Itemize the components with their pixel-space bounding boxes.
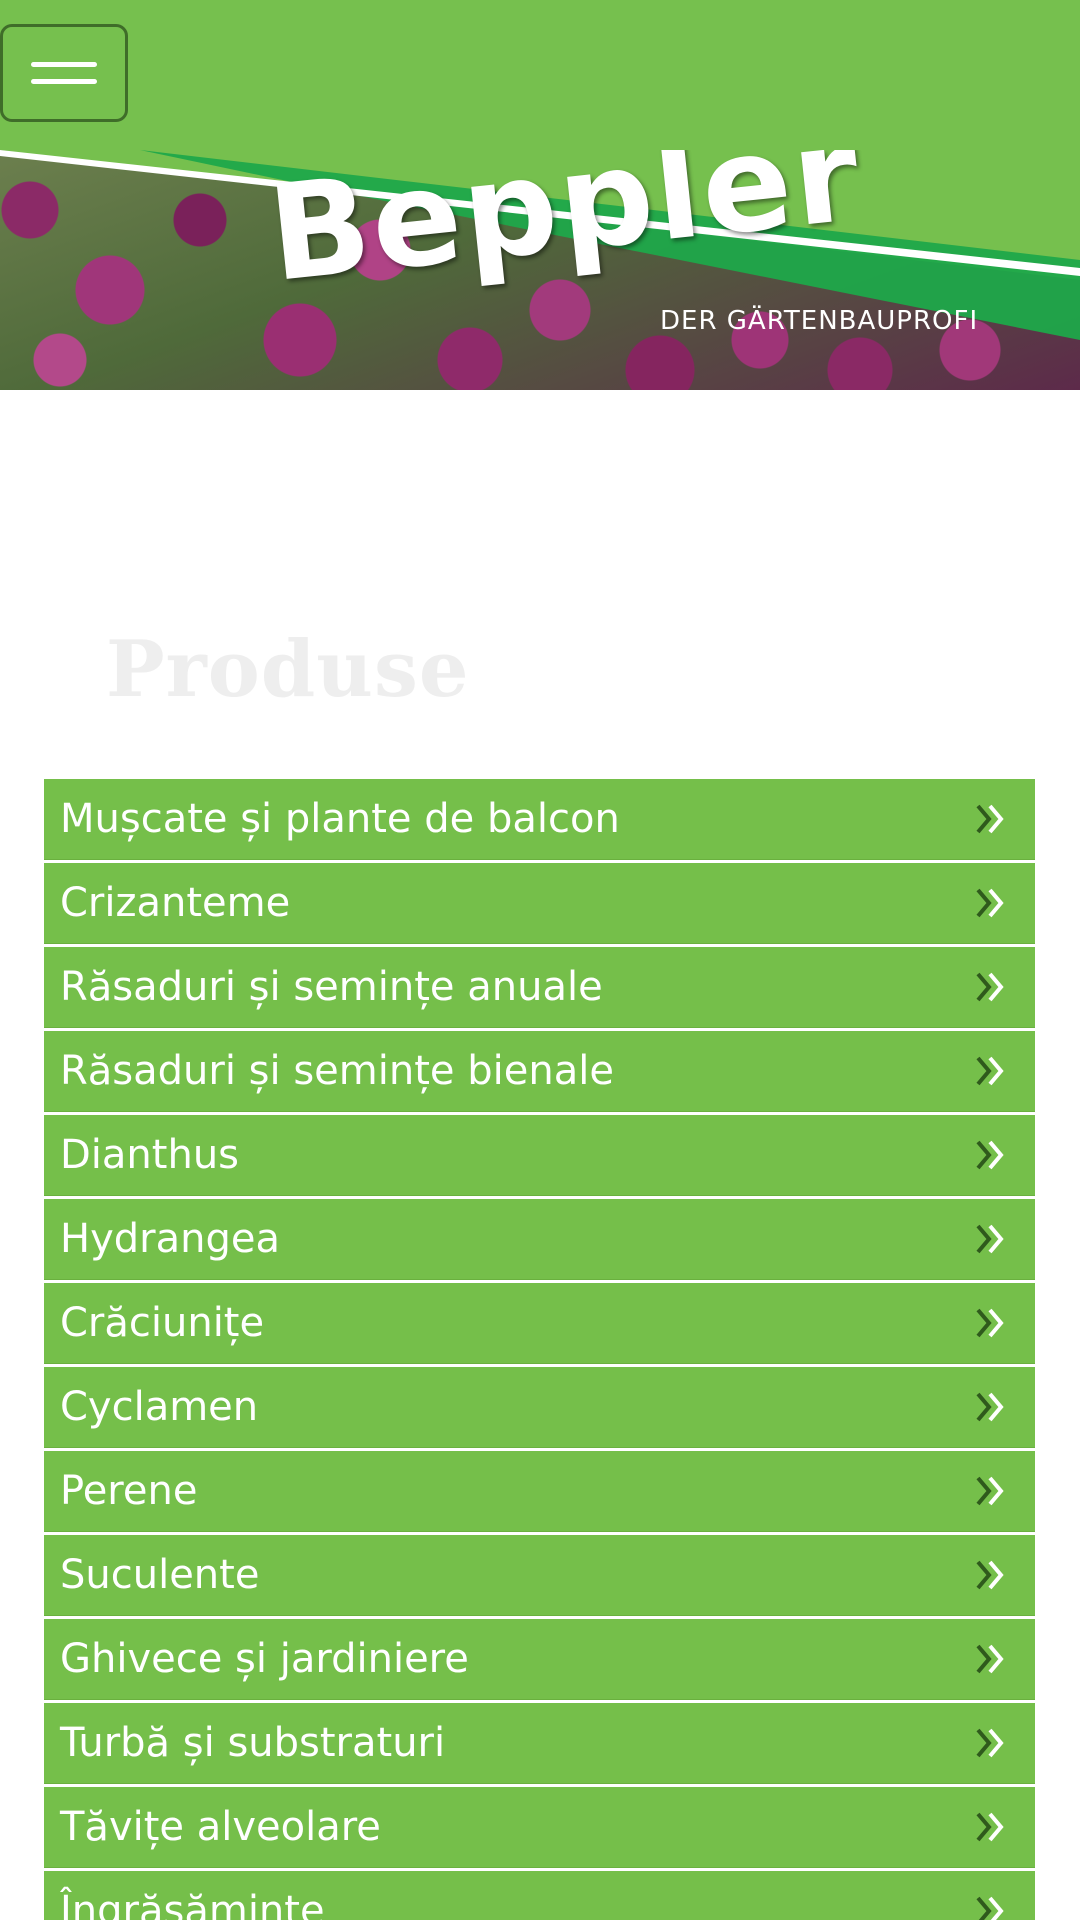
brand-tagline: DER GÄRTENBAUPROFI [660, 306, 979, 336]
product-label: Ghivece și jardiniere [60, 1636, 469, 1682]
double-chevron-right-icon [976, 1560, 1004, 1590]
double-chevron-right-icon [976, 1392, 1004, 1422]
product-label: Suculente [60, 1552, 260, 1598]
page: Beppler DER GÄRTENBAUPROFI Produse Mușca… [0, 0, 1080, 1920]
product-label: Dianthus [60, 1132, 240, 1178]
product-label: Crăciunițe [60, 1300, 265, 1346]
list-item[interactable]: Răsaduri și semințe bienale [44, 1031, 1035, 1112]
product-label: Cyclamen [60, 1384, 259, 1430]
list-item[interactable]: Ghivece și jardiniere [44, 1619, 1035, 1700]
header-banner[interactable]: Beppler DER GÄRTENBAUPROFI [0, 150, 1080, 390]
double-chevron-right-icon [976, 1812, 1004, 1842]
double-chevron-right-icon [976, 1728, 1004, 1758]
list-item[interactable]: Crizanteme [44, 863, 1035, 944]
list-item[interactable]: Dianthus [44, 1115, 1035, 1196]
product-label: Hydrangea [60, 1216, 280, 1262]
product-label: Perene [60, 1468, 198, 1514]
list-item[interactable]: Mușcate și plante de balcon [44, 779, 1035, 860]
double-chevron-right-icon [976, 1140, 1004, 1170]
double-chevron-right-icon [976, 1644, 1004, 1674]
hamburger-icon [31, 79, 97, 84]
brand-logo-text: Beppler [261, 150, 868, 312]
list-item[interactable]: Îngrășăminte [44, 1871, 1035, 1920]
list-item[interactable]: Turbă și substraturi [44, 1703, 1035, 1784]
list-item[interactable]: Hydrangea [44, 1199, 1035, 1280]
product-label: Îngrășăminte [60, 1888, 325, 1920]
page-title: Produse [106, 624, 470, 715]
product-label: Răsaduri și semințe bienale [60, 1048, 614, 1094]
double-chevron-right-icon [976, 888, 1004, 918]
product-label: Turbă și substraturi [60, 1720, 446, 1766]
double-chevron-right-icon [976, 804, 1004, 834]
list-item[interactable]: Perene [44, 1451, 1035, 1532]
list-item[interactable]: Crăciunițe [44, 1283, 1035, 1364]
header-bar [0, 0, 1080, 150]
product-label: Tăvițe alveolare [60, 1804, 381, 1850]
list-item[interactable]: Răsaduri și semințe anuale [44, 947, 1035, 1028]
double-chevron-right-icon [976, 1224, 1004, 1254]
list-item[interactable]: Suculente [44, 1535, 1035, 1616]
list-item[interactable]: Tăvițe alveolare [44, 1787, 1035, 1868]
double-chevron-right-icon [976, 1896, 1004, 1920]
product-category-list: Mușcate și plante de balcon Crizanteme R… [44, 779, 1035, 1920]
list-item[interactable]: Cyclamen [44, 1367, 1035, 1448]
double-chevron-right-icon [976, 972, 1004, 1002]
product-label: Crizanteme [60, 880, 291, 926]
product-label: Răsaduri și semințe anuale [60, 964, 603, 1010]
double-chevron-right-icon [976, 1056, 1004, 1086]
menu-toggle-button[interactable] [0, 24, 128, 122]
double-chevron-right-icon [976, 1308, 1004, 1338]
double-chevron-right-icon [976, 1476, 1004, 1506]
product-label: Mușcate și plante de balcon [60, 796, 620, 842]
hamburger-icon [31, 62, 97, 67]
